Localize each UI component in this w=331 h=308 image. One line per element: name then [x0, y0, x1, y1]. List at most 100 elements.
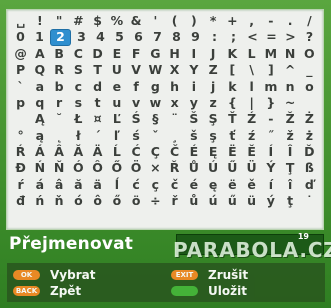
- keyboard-key[interactable]: [: [223, 62, 242, 78]
- keyboard-key[interactable]: ;: [224, 29, 243, 45]
- keyboard-key[interactable]: Ł: [69, 111, 88, 127]
- keyboard-key[interactable]: Ź: [242, 111, 261, 127]
- keyboard-key[interactable]: ş: [204, 128, 223, 144]
- keyboard-key[interactable]: ": [50, 13, 69, 29]
- keyboard-key[interactable]: 5: [110, 29, 129, 45]
- keyboard-key[interactable]: Ć: [127, 144, 146, 160]
- keyboard-key[interactable]: Í: [261, 144, 280, 160]
- keyboard-key[interactable]: s: [69, 95, 88, 111]
- keyboard-key[interactable]: ů: [184, 193, 203, 209]
- keyboard-key[interactable]: N: [281, 46, 300, 62]
- keyboard-key[interactable]: -: [261, 111, 280, 127]
- keyboard-key[interactable]: ś: [127, 128, 146, 144]
- keyboard-key[interactable]: ť: [223, 128, 242, 144]
- keyboard-key[interactable]: ń: [30, 193, 49, 209]
- keyboard-key[interactable]: Č: [165, 144, 184, 160]
- keyboard-key[interactable]: }: [261, 95, 280, 111]
- keyboard-key[interactable]: ?: [300, 29, 319, 45]
- keyboard-key[interactable]: [11, 111, 30, 127]
- keyboard-key[interactable]: Ţ: [281, 161, 300, 177]
- keyboard-key[interactable]: |: [242, 95, 261, 111]
- keyboard-key[interactable]: Ş: [204, 111, 223, 127]
- keyboard-key[interactable]: {: [223, 95, 242, 111]
- keyboard-key[interactable]: d: [88, 79, 107, 95]
- keyboard-key[interactable]: z: [204, 95, 223, 111]
- keyboard-key[interactable]: 9: [186, 29, 205, 45]
- keyboard-key[interactable]: ĺ: [107, 177, 126, 193]
- keyboard-key[interactable]: ę: [204, 177, 223, 193]
- keyboard-key[interactable]: >: [281, 29, 300, 45]
- keyboard-key[interactable]: Q: [30, 62, 49, 78]
- keyboard-key[interactable]: ý: [261, 193, 280, 209]
- keyboard-key[interactable]: î: [281, 177, 300, 193]
- keyboard-key[interactable]: v: [127, 95, 146, 111]
- keyboard-key[interactable]: H: [165, 46, 184, 62]
- keyboard-key[interactable]: h: [165, 79, 184, 95]
- keyboard-key[interactable]: 6: [129, 29, 148, 45]
- keyboard-key[interactable]: &: [127, 13, 146, 29]
- keyboard-key[interactable]: Ó: [69, 161, 88, 177]
- keyboard-key[interactable]: §: [146, 111, 165, 127]
- keyboard-key[interactable]: ): [184, 13, 203, 29]
- keyboard-key[interactable]: ř: [165, 193, 184, 209]
- keyboard-key[interactable]: [300, 95, 319, 111]
- keyboard-key[interactable]: \: [242, 62, 261, 78]
- keyboard-key[interactable]: F: [127, 46, 146, 62]
- keyboard-key[interactable]: ä: [88, 177, 107, 193]
- keyboard-key[interactable]: 1: [30, 29, 49, 45]
- keyboard-key[interactable]: `: [11, 79, 30, 95]
- keyboard-key[interactable]: ␣: [11, 13, 30, 29]
- keyboard-key[interactable]: é: [184, 177, 203, 193]
- keyboard-key[interactable]: ^: [281, 62, 300, 78]
- keyboard-key[interactable]: ó: [69, 193, 88, 209]
- keyboard-key[interactable]: ˘: [50, 111, 69, 127]
- keyboard-key[interactable]: 4: [91, 29, 110, 45]
- keyboard-key[interactable]: Ň: [50, 161, 69, 177]
- keyboard-key[interactable]: ő: [107, 193, 126, 209]
- keyboard-key[interactable]: U: [107, 62, 126, 78]
- keyboard-key[interactable]: 3: [72, 29, 91, 45]
- keyboard-key[interactable]: V: [127, 62, 146, 78]
- keyboard-key[interactable]: ˙: [300, 193, 319, 209]
- keyboard-key[interactable]: Ü: [242, 161, 261, 177]
- keyboard-key[interactable]: Ä: [88, 144, 107, 160]
- keyboard-key[interactable]: ă: [69, 177, 88, 193]
- keyboard-key[interactable]: -: [261, 13, 280, 29]
- keyboard-key[interactable]: â: [50, 177, 69, 193]
- keyboard-key[interactable]: đ: [11, 193, 30, 209]
- keyboard-key[interactable]: ˛: [50, 128, 69, 144]
- keyboard-key[interactable]: Á: [30, 144, 49, 160]
- keyboard-key[interactable]: ¨: [165, 111, 184, 127]
- keyboard-key[interactable]: M: [261, 46, 280, 62]
- keyboard-key[interactable]: ú: [204, 193, 223, 209]
- keyboard-key[interactable]: n: [281, 79, 300, 95]
- keyboard-key[interactable]: %: [107, 13, 126, 29]
- keyboard-key[interactable]: I: [184, 46, 203, 62]
- keyboard-key[interactable]: t: [88, 95, 107, 111]
- keyboard-key[interactable]: 7: [148, 29, 167, 45]
- keyboard-key[interactable]: Â: [50, 144, 69, 160]
- keyboard-key[interactable]: í: [261, 177, 280, 193]
- keyboard-key[interactable]: A: [30, 46, 49, 62]
- save-button[interactable]: Uložit: [171, 284, 247, 298]
- keyboard-key[interactable]: Ý: [261, 161, 280, 177]
- keyboard-key[interactable]: _: [300, 62, 319, 78]
- keyboard-key[interactable]: !: [30, 13, 49, 29]
- keyboard-key[interactable]: ô: [88, 193, 107, 209]
- keyboard-key[interactable]: ö: [127, 193, 146, 209]
- keyboard-key[interactable]: ď: [300, 177, 319, 193]
- keyboard-key[interactable]: c: [69, 79, 88, 95]
- cancel-button[interactable]: EXIT Zrušit: [171, 268, 248, 282]
- keyboard-key[interactable]: L: [242, 46, 261, 62]
- select-button[interactable]: OK Vybrat: [13, 268, 95, 282]
- keyboard-key[interactable]: 8: [167, 29, 186, 45]
- keyboard-key[interactable]: o: [300, 79, 319, 95]
- keyboard-key[interactable]: a: [30, 79, 49, 95]
- keyboard-key[interactable]: Ů: [184, 161, 203, 177]
- keyboard-key[interactable]: ˇ: [146, 128, 165, 144]
- keyboard-key[interactable]: j: [204, 79, 223, 95]
- keyboard-key[interactable]: ŕ: [11, 177, 30, 193]
- keyboard-key[interactable]: C: [69, 46, 88, 62]
- keyboard-key[interactable]: ç: [146, 177, 165, 193]
- keyboard-key[interactable]: .: [281, 13, 300, 29]
